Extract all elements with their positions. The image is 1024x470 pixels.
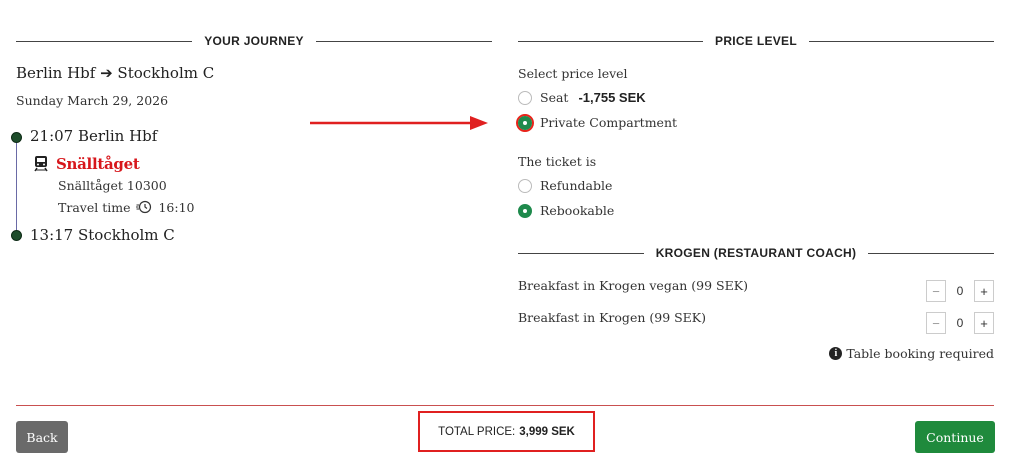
ticket-option-rebookable[interactable]: Rebookable (518, 203, 614, 218)
travel-time: Travel time 16:10 (58, 199, 195, 215)
quantity-value: 0 (956, 284, 964, 298)
total-price-label: TOTAL PRICE: (438, 425, 516, 438)
price-option-seat[interactable]: Seat -1,755 SEK (518, 90, 646, 105)
quantity-stepper-vegan: − 0 + (926, 280, 994, 302)
decrement-button[interactable]: − (926, 280, 946, 302)
train-number: Snälltåget 10300 (58, 178, 167, 193)
price-level-heading: PRICE LEVEL (518, 34, 995, 48)
krogen-item-vegan-label: Breakfast in Krogen vegan (99 SEK) (518, 278, 748, 293)
table-booking-note: i Table booking required (829, 346, 994, 361)
refundable-label: Refundable (540, 178, 613, 193)
journey-route: Berlin Hbf ➔ Stockholm C (16, 64, 215, 82)
travel-time-value: 16:10 (158, 199, 195, 215)
operator: Snälltåget (34, 155, 140, 173)
seat-price: -1,755 SEK (578, 90, 646, 105)
departure-dot (11, 132, 22, 143)
krogen-item-regular-label: Breakfast in Krogen (99 SEK) (518, 310, 707, 325)
your-journey-title: YOUR JOURNEY (204, 34, 304, 48)
heading-rule-right (868, 252, 995, 254)
heading-rule-right (809, 40, 995, 42)
private-compartment-label: Private Compartment (540, 115, 678, 130)
increment-button[interactable]: + (974, 280, 994, 302)
ticket-is-label: The ticket is (518, 154, 597, 169)
decrement-button[interactable]: − (926, 312, 946, 334)
footer-divider (16, 405, 994, 406)
private-compartment-radio[interactable] (518, 115, 532, 130)
train-icon (34, 156, 48, 172)
annotation-arrow-icon (310, 116, 488, 130)
arrival-stop: 13:17 Stockholm C (30, 226, 175, 244)
rebookable-label: Rebookable (540, 203, 615, 218)
back-button[interactable]: Back (16, 421, 68, 453)
your-journey-heading: YOUR JOURNEY (16, 34, 492, 48)
info-icon: i (829, 347, 843, 360)
travel-time-label: Travel time (58, 199, 131, 215)
krogen-title: KROGEN (RESTAURANT COACH) (655, 246, 857, 260)
quantity-value: 0 (956, 316, 964, 330)
ticket-option-refundable[interactable]: Refundable (518, 178, 612, 193)
continue-button[interactable]: Continue (915, 421, 995, 453)
timeline-line (16, 137, 17, 235)
heading-rule-left (518, 40, 704, 42)
refundable-radio[interactable] (518, 178, 532, 193)
seat-radio[interactable] (518, 90, 532, 105)
price-option-private-compartment[interactable]: Private Compartment (518, 115, 677, 130)
select-price-level-label: Select price level (518, 66, 628, 81)
arrival-dot (11, 230, 22, 241)
heading-rule-left (16, 40, 193, 42)
total-price-amount: 3,999 SEK (519, 425, 575, 438)
price-level-title: PRICE LEVEL (715, 34, 797, 48)
quantity-stepper-regular: − 0 + (926, 312, 994, 334)
clock-icon (136, 200, 152, 214)
heading-rule-left (518, 252, 644, 254)
seat-label: Seat (540, 90, 569, 105)
table-booking-note-text: Table booking required (846, 346, 994, 361)
total-price: TOTAL PRICE: 3,999 SEK (418, 411, 595, 452)
operator-name: Snälltåget (56, 155, 140, 173)
increment-button[interactable]: + (974, 312, 994, 334)
journey-date: Sunday March 29, 2026 (16, 93, 169, 108)
departure-stop: 21:07 Berlin Hbf (30, 127, 158, 145)
heading-rule-right (315, 40, 492, 42)
krogen-heading: KROGEN (RESTAURANT COACH) (518, 246, 995, 260)
rebookable-radio[interactable] (518, 203, 532, 218)
